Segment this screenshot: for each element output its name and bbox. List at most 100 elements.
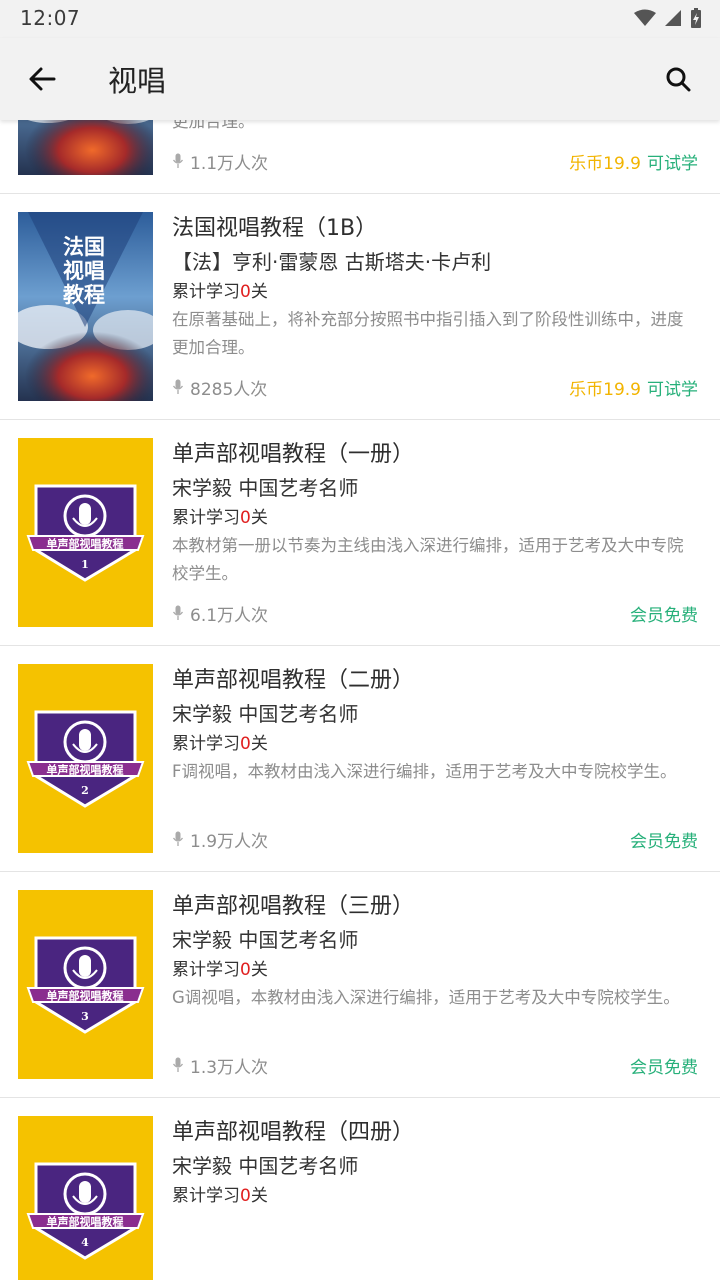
cover-label: 单声部视唱教程	[47, 1215, 124, 1229]
cover-label: 单声部视唱教程	[47, 989, 124, 1003]
course-list[interactable]: 法国 视唱 教程 法国视唱教程（1A） 【法】亨利·雷蒙恩 古斯塔夫·卡卢利 累…	[0, 120, 720, 1280]
course-cover: 单声部视唱教程 2	[18, 664, 153, 853]
course-item[interactable]: 法国 视唱 教程 法国视唱教程（1A） 【法】亨利·雷蒙恩 古斯塔夫·卡卢利 累…	[0, 120, 720, 194]
course-item[interactable]: 单声部视唱教程 2 单声部视唱教程（二册） 宋学毅 中国艺考名师 累计学习0关 …	[0, 646, 720, 872]
course-progress: 累计学习0关	[172, 730, 698, 758]
progress-suffix: 关	[250, 734, 268, 754]
member-free-label: 会员免费	[630, 1057, 698, 1078]
course-item[interactable]: 法国 视唱 教程 法国视唱教程（1B） 【法】亨利·雷蒙恩 古斯塔夫·卡卢利 累…	[0, 194, 720, 420]
arrow-left-icon	[29, 67, 56, 91]
price-coin: 乐币19.9	[569, 153, 641, 174]
status-icons	[634, 8, 702, 28]
course-author: 【法】亨利·雷蒙恩 古斯塔夫·卡卢利	[172, 250, 492, 274]
microphone-icon	[172, 1057, 184, 1072]
course-progress: 累计学习0关	[172, 278, 698, 306]
progress-count: 0	[240, 1186, 251, 1206]
progress-count: 0	[240, 508, 251, 528]
app-bar: 视唱	[0, 38, 720, 120]
course-description: 本教材第一册以节奏为主线由浅入深进行编排，适用于艺考及大中专院校学生。	[172, 536, 684, 583]
progress-prefix: 累计学习	[172, 508, 240, 528]
course-footer: 8285人次 乐币19.9 可试学	[172, 373, 698, 401]
trial-label: 可试学	[647, 379, 698, 400]
course-title: 单声部视唱教程（一册）	[172, 442, 415, 467]
play-count-text: 1.9万人次	[190, 831, 269, 852]
search-button[interactable]	[658, 59, 698, 99]
course-info: 单声部视唱教程（二册） 宋学毅 中国艺考名师 累计学习0关 F调视唱，本教材由浅…	[172, 664, 698, 853]
course-title: 单声部视唱教程（四册）	[172, 1120, 415, 1145]
play-count-text: 1.1万人次	[190, 153, 269, 174]
course-progress: 累计学习0关	[172, 504, 698, 532]
course-title: 单声部视唱教程（二册）	[172, 668, 415, 693]
progress-count: 0	[240, 734, 251, 754]
course-progress: 累计学习0关	[172, 1182, 698, 1210]
microphone-icon	[172, 153, 184, 168]
cell-signal-icon	[665, 10, 681, 26]
cover-volume-number: 3	[81, 1010, 89, 1023]
course-item[interactable]: 单声部视唱教程 4 单声部视唱教程（四册） 宋学毅 中国艺考名师 累计学习0关	[0, 1098, 720, 1280]
price-tag: 乐币19.9 可试学	[569, 375, 698, 400]
progress-prefix: 累计学习	[172, 734, 240, 754]
cover-text-line3: 教程	[63, 282, 105, 307]
mono-book-cover: 单声部视唱教程 4	[18, 1116, 153, 1280]
course-title: 法国视唱教程（1B）	[172, 216, 378, 241]
play-count: 6.1万人次	[172, 601, 268, 626]
course-author: 宋学毅 中国艺考名师	[172, 702, 359, 726]
cover-volume-number: 1	[81, 558, 89, 571]
progress-suffix: 关	[250, 508, 268, 528]
status-bar: 12:07	[0, 0, 720, 38]
play-count: 8285人次	[172, 375, 267, 400]
price-tag: 乐币19.9 可试学	[569, 149, 698, 174]
play-count: 1.1万人次	[172, 149, 268, 174]
progress-suffix: 关	[250, 960, 268, 980]
course-list-inner: 法国 视唱 教程 法国视唱教程（1A） 【法】亨利·雷蒙恩 古斯塔夫·卡卢利 累…	[0, 120, 720, 1280]
course-description	[172, 1210, 698, 1266]
course-author: 宋学毅 中国艺考名师	[172, 476, 359, 500]
progress-prefix: 累计学习	[172, 282, 240, 302]
search-icon	[666, 67, 691, 92]
microphone-icon	[172, 379, 184, 394]
progress-prefix: 累计学习	[172, 960, 240, 980]
course-info: 单声部视唱教程（四册） 宋学毅 中国艺考名师 累计学习0关	[172, 1116, 698, 1280]
course-info: 单声部视唱教程（三册） 宋学毅 中国艺考名师 累计学习0关 G调视唱，本教材由浅…	[172, 890, 698, 1079]
french-book-cover: 法国 视唱 教程	[18, 212, 153, 401]
course-cover: 单声部视唱教程 3	[18, 890, 153, 1079]
cover-volume-number: 4	[81, 1236, 89, 1249]
progress-suffix: 关	[250, 1186, 268, 1206]
member-free-label: 会员免费	[630, 831, 698, 852]
progress-suffix: 关	[250, 282, 268, 302]
cover-text-line1: 法国	[63, 234, 105, 259]
course-description: F调视唱，本教材由浅入深进行编排，适用于艺考及大中专院校学生。	[172, 762, 677, 781]
course-author: 宋学毅 中国艺考名师	[172, 928, 359, 952]
course-description: G调视唱，本教材由浅入深进行编排，适用于艺考及大中专院校学生。	[172, 988, 680, 1007]
course-item[interactable]: 单声部视唱教程 1 单声部视唱教程（一册） 宋学毅 中国艺考名师 累计学习0关 …	[0, 420, 720, 646]
play-count-text: 8285人次	[190, 379, 268, 400]
cover-label: 单声部视唱教程	[47, 763, 124, 777]
cover-label: 单声部视唱教程	[47, 537, 124, 551]
course-footer: 6.1万人次 会员免费	[172, 599, 698, 627]
wifi-icon	[634, 9, 656, 26]
trial-label: 可试学	[647, 153, 698, 174]
course-progress: 累计学习0关	[172, 956, 698, 984]
course-cover: 法国 视唱 教程	[18, 212, 153, 401]
cover-volume-number: 2	[81, 784, 89, 797]
back-button[interactable]	[22, 59, 62, 99]
play-count-text: 6.1万人次	[190, 605, 269, 626]
cover-text-line2: 视唱	[63, 258, 105, 283]
course-item[interactable]: 单声部视唱教程 3 单声部视唱教程（三册） 宋学毅 中国艺考名师 累计学习0关 …	[0, 872, 720, 1098]
french-book-cover: 法国 视唱 教程	[18, 120, 153, 175]
course-info: 单声部视唱教程（一册） 宋学毅 中国艺考名师 累计学习0关 本教材第一册以节奏为…	[172, 438, 698, 627]
play-count-text: 1.3万人次	[190, 1057, 269, 1078]
play-count: 1.3万人次	[172, 1053, 268, 1078]
course-cover: 单声部视唱教程 4	[18, 1116, 153, 1280]
course-cover: 单声部视唱教程 1	[18, 438, 153, 627]
course-description: 在原著基础上，将补充部分按照书中指引插入到了阶段性训练中，进度更加合理。	[172, 120, 255, 131]
course-description: 在原著基础上，将补充部分按照书中指引插入到了阶段性训练中，进度更加合理。	[172, 310, 684, 357]
status-time: 12:07	[20, 6, 81, 30]
course-footer: 1.1万人次 乐币19.9 可试学	[172, 147, 698, 175]
course-footer: 1.9万人次 会员免费	[172, 825, 698, 853]
mono-book-cover: 单声部视唱教程 3	[18, 890, 153, 1079]
progress-count: 0	[240, 960, 251, 980]
microphone-icon	[172, 605, 184, 620]
battery-icon	[691, 8, 701, 28]
course-info: 法国视唱教程（1B） 【法】亨利·雷蒙恩 古斯塔夫·卡卢利 累计学习0关 在原著…	[172, 212, 698, 401]
